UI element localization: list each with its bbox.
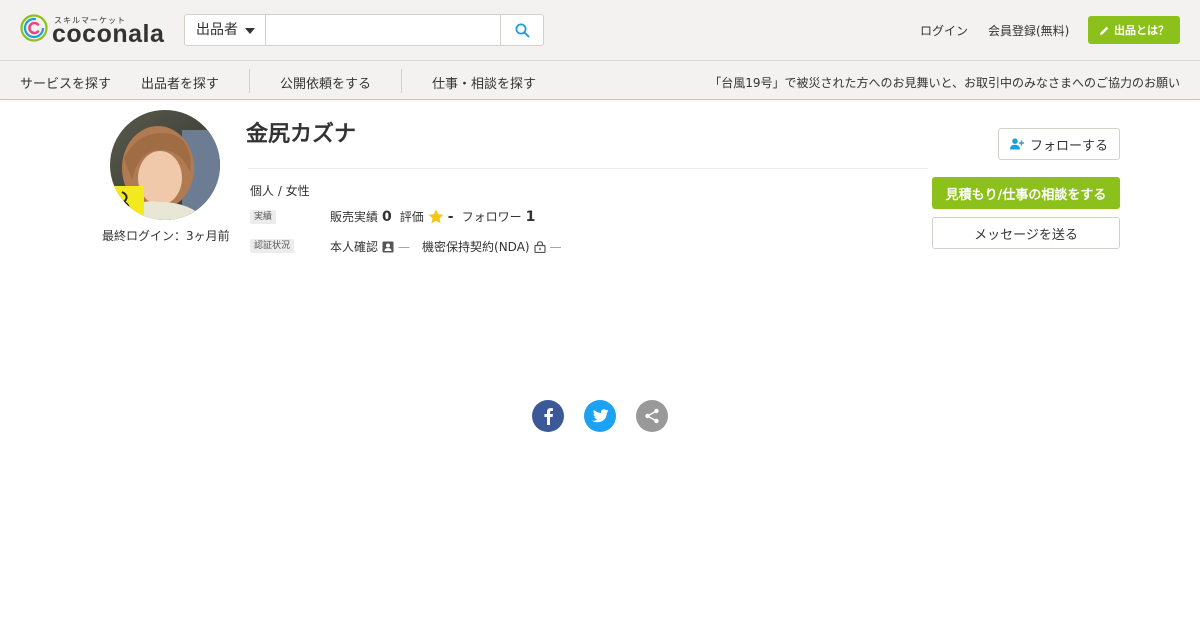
- coconala-logo[interactable]: スキルマーケット coconala: [20, 14, 165, 48]
- facebook-share-button[interactable]: [532, 400, 564, 432]
- nav-item-find-services[interactable]: サービスを探す: [20, 73, 111, 92]
- nav-item-public-request[interactable]: 公開依頼をする: [280, 73, 371, 92]
- chevron-down-icon: [245, 28, 255, 34]
- send-message-button[interactable]: メッセージを送る: [932, 217, 1120, 249]
- logo-wordmark: coconala: [52, 20, 165, 48]
- nda-status: —: [549, 239, 562, 254]
- user-plus-icon: [1009, 138, 1024, 150]
- verification-row: 本人確認 — 機密保持契約(NDA) —: [330, 238, 562, 255]
- nav-divider: [401, 69, 402, 93]
- search-input[interactable]: [267, 15, 501, 45]
- rating-label: 評価: [399, 210, 424, 224]
- share-icon: [645, 408, 659, 424]
- star-icon: [428, 209, 444, 224]
- search-category-label: 出品者: [196, 22, 238, 38]
- main-nav: サービスを探す 出品者を探す 公開依頼をする 仕事・相談を探す 「台風19号」で…: [0, 61, 1200, 100]
- share-button[interactable]: [636, 400, 668, 432]
- avatar-photo: [110, 110, 220, 220]
- follower-label: フォロワー: [461, 210, 522, 224]
- verification-badge: 認証状況: [250, 239, 295, 253]
- sales-label: 販売実績: [330, 210, 379, 224]
- register-link[interactable]: 会員登録(無料): [988, 22, 1069, 39]
- nav-item-find-sellers[interactable]: 出品者を探す: [141, 73, 219, 92]
- search-bar: 出品者: [184, 14, 544, 46]
- seller-type-gender: 個人 / 女性: [250, 184, 310, 198]
- results-badge: 実績: [250, 210, 277, 224]
- identity-label: 本人確認: [330, 240, 379, 254]
- estimate-consult-button[interactable]: 見積もり/仕事の相談をする: [932, 177, 1120, 209]
- profile-name: 金尻カズナ: [246, 122, 357, 147]
- nav-item-find-jobs[interactable]: 仕事・相談を探す: [432, 73, 536, 92]
- sales-value: 0: [382, 208, 392, 225]
- search-button[interactable]: [500, 15, 543, 45]
- pencil-icon: [1100, 26, 1109, 35]
- about-selling-button[interactable]: 出品とは？: [1088, 16, 1180, 44]
- follow-button[interactable]: フォローする: [998, 128, 1120, 160]
- nda-label: 機密保持契約(NDA): [422, 240, 530, 254]
- rating-value: -: [447, 208, 454, 225]
- search-category-select[interactable]: 出品者: [185, 15, 266, 45]
- login-link[interactable]: ログイン: [920, 22, 968, 39]
- divider: [248, 168, 928, 169]
- id-card-icon: [382, 241, 394, 252]
- stats-row: 販売実績 0 評価 - フォロワー 1: [330, 208, 539, 225]
- avatar: [110, 110, 220, 220]
- search-icon: [515, 23, 529, 37]
- twitter-share-button[interactable]: [584, 400, 616, 432]
- site-header: スキルマーケット coconala 出品者 ログイン 会員登録(無料) 出品とは…: [0, 0, 1200, 61]
- nav-divider: [249, 69, 250, 93]
- twitter-icon: [591, 408, 609, 422]
- lock-icon: [534, 240, 546, 253]
- facebook-icon: [544, 408, 553, 425]
- coconala-logo-icon: [20, 14, 48, 42]
- last-login-text: 最終ログイン：3ヶ月前: [102, 229, 230, 243]
- identity-status: —: [398, 239, 411, 254]
- typhoon-notice-link[interactable]: 「台風19号」で被災された方へのお見舞いと、お取引中のみなさまへのご協力のお願い: [709, 74, 1180, 91]
- follow-label: フォローする: [1029, 138, 1108, 154]
- follower-value: 1: [525, 208, 536, 225]
- about-selling-label: 出品とは？: [1114, 24, 1169, 37]
